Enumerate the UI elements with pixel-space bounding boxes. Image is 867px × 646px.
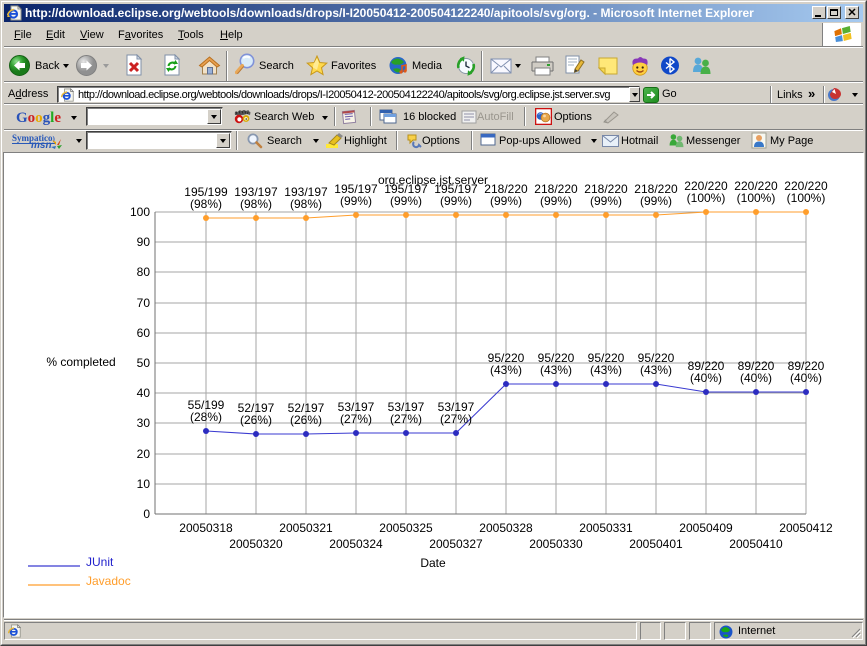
svg-text:10: 10 bbox=[137, 477, 151, 491]
svg-text:(27%): (27%) bbox=[340, 412, 372, 426]
svg-text:% completed: % completed bbox=[46, 355, 115, 369]
svg-text:(98%): (98%) bbox=[190, 197, 222, 211]
svg-text:30: 30 bbox=[137, 416, 151, 430]
svg-text:20050327: 20050327 bbox=[429, 537, 483, 551]
svg-text:80: 80 bbox=[137, 265, 151, 279]
svg-text:JUnit: JUnit bbox=[86, 555, 114, 569]
svg-text:(43%): (43%) bbox=[490, 363, 522, 377]
svg-text:20050401: 20050401 bbox=[629, 537, 683, 551]
svg-text:(40%): (40%) bbox=[690, 371, 722, 385]
svg-text:20050321: 20050321 bbox=[279, 521, 333, 535]
svg-text:20050324: 20050324 bbox=[329, 537, 383, 551]
svg-text:40: 40 bbox=[137, 386, 151, 400]
svg-text:(100%): (100%) bbox=[687, 191, 726, 205]
svg-text:(99%): (99%) bbox=[440, 194, 472, 208]
svg-text:(43%): (43%) bbox=[590, 363, 622, 377]
svg-text:(28%): (28%) bbox=[190, 410, 222, 424]
svg-text:20050320: 20050320 bbox=[229, 537, 283, 551]
svg-text:(27%): (27%) bbox=[440, 412, 472, 426]
svg-text:Javadoc: Javadoc bbox=[86, 574, 131, 588]
svg-text:(26%): (26%) bbox=[240, 413, 272, 427]
svg-text:60: 60 bbox=[137, 326, 151, 340]
svg-text:20050331: 20050331 bbox=[579, 521, 633, 535]
svg-text:20050325: 20050325 bbox=[379, 521, 433, 535]
svg-text:(40%): (40%) bbox=[790, 371, 822, 385]
svg-text:(27%): (27%) bbox=[390, 412, 422, 426]
svg-text:(99%): (99%) bbox=[390, 194, 422, 208]
svg-text:90: 90 bbox=[137, 235, 151, 249]
svg-text:50: 50 bbox=[137, 356, 151, 370]
svg-text:(99%): (99%) bbox=[340, 194, 372, 208]
svg-text:(99%): (99%) bbox=[640, 194, 672, 208]
svg-text:(40%): (40%) bbox=[740, 371, 772, 385]
svg-text:20: 20 bbox=[137, 447, 151, 461]
svg-text:(43%): (43%) bbox=[540, 363, 572, 377]
svg-text:20050409: 20050409 bbox=[679, 521, 733, 535]
svg-text:(98%): (98%) bbox=[290, 197, 322, 211]
svg-text:0: 0 bbox=[143, 507, 150, 521]
svg-text:(99%): (99%) bbox=[490, 194, 522, 208]
svg-text:(100%): (100%) bbox=[737, 191, 776, 205]
svg-text:(98%): (98%) bbox=[240, 197, 272, 211]
svg-text:70: 70 bbox=[137, 296, 151, 310]
svg-text:100: 100 bbox=[130, 205, 150, 219]
svg-text:(99%): (99%) bbox=[540, 194, 572, 208]
svg-text:(43%): (43%) bbox=[640, 363, 672, 377]
svg-text:20050318: 20050318 bbox=[179, 521, 233, 535]
svg-text:(99%): (99%) bbox=[590, 194, 622, 208]
svg-text:20050330: 20050330 bbox=[529, 537, 583, 551]
svg-text:20050328: 20050328 bbox=[479, 521, 533, 535]
svg-text:20050410: 20050410 bbox=[729, 537, 783, 551]
svg-text:20050412: 20050412 bbox=[779, 521, 833, 535]
svg-text:Date: Date bbox=[420, 556, 446, 570]
svg-text:(26%): (26%) bbox=[290, 413, 322, 427]
svg-text:(100%): (100%) bbox=[787, 191, 826, 205]
